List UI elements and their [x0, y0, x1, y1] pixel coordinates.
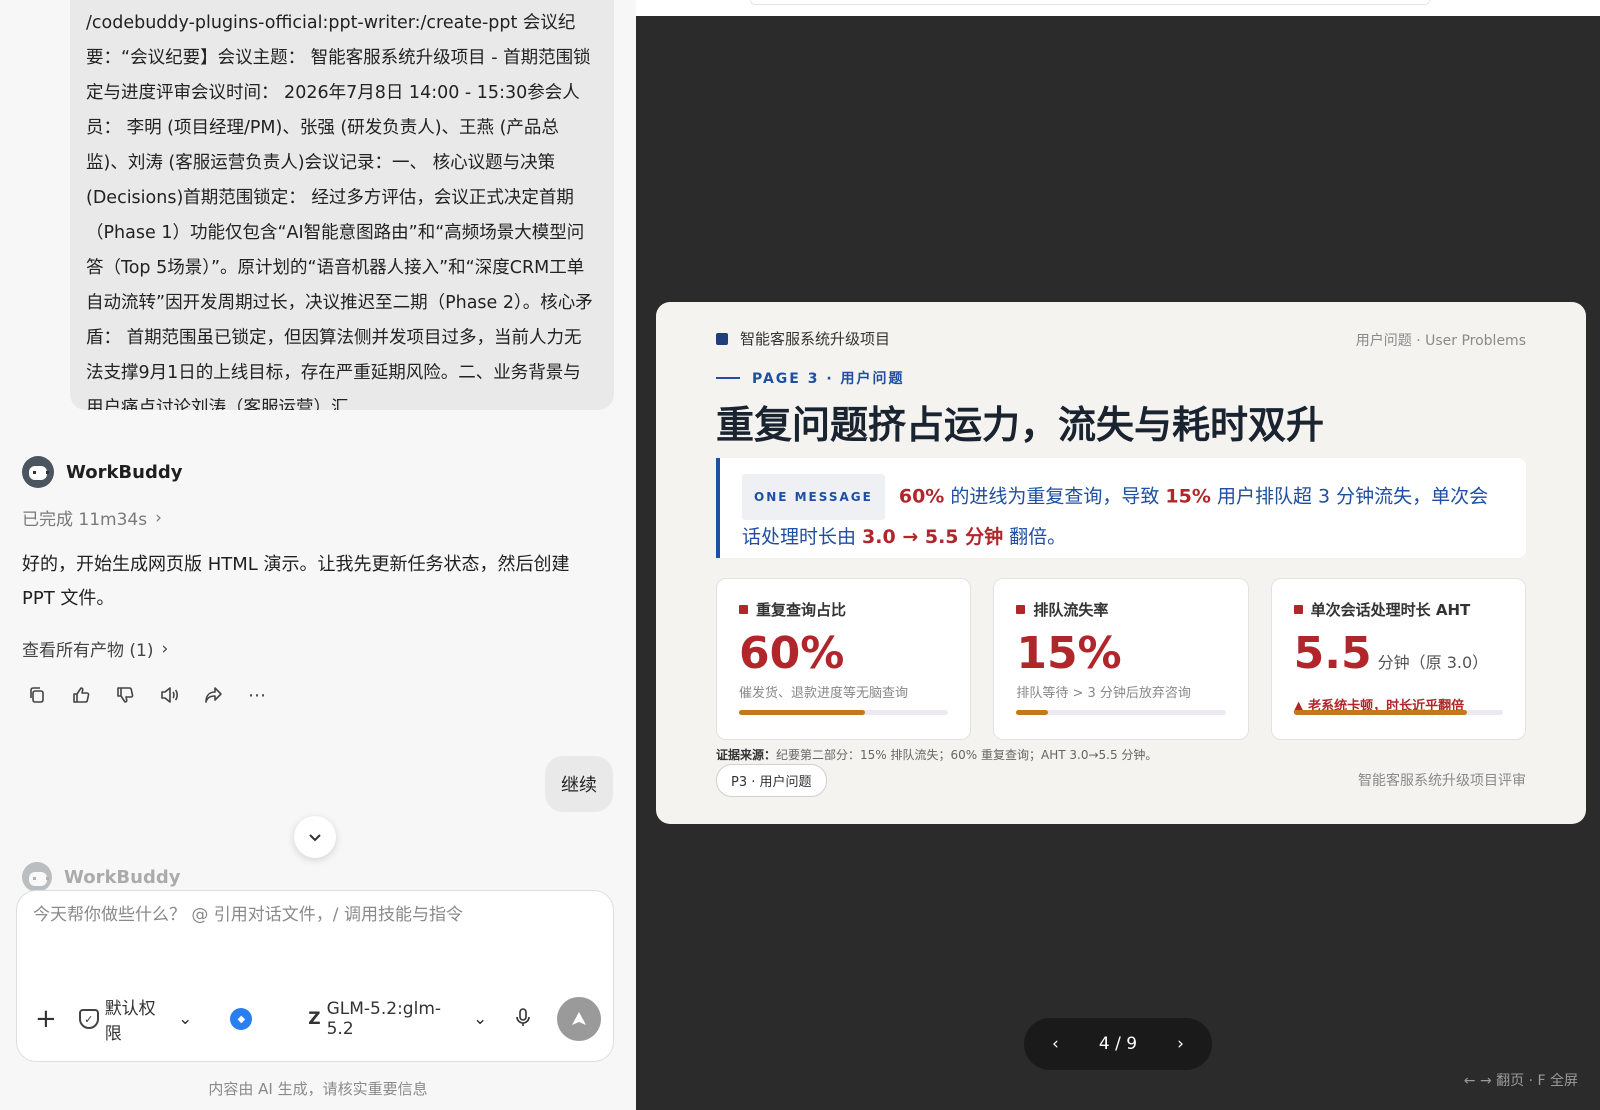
microphone-button[interactable] [515, 1007, 531, 1032]
keyboard-hint: ← → 翻页 · F 全屏 [1463, 1073, 1578, 1089]
agent-mode-icon[interactable]: ◆ [230, 1008, 253, 1030]
copy-icon[interactable] [26, 684, 48, 706]
metric-progress-track [739, 710, 949, 715]
slide-brand: 智能客服系统升级项目 [716, 328, 890, 349]
chevron-down-icon [309, 834, 321, 842]
metric-label: 重复查询占比 [756, 601, 847, 619]
message-input[interactable] [33, 905, 593, 925]
speaker-icon[interactable] [158, 684, 180, 706]
metric-card-aht: 单次会话处理时长 AHT 5.5 分钟（原 3.0） ▲ 老系统卡顿，时长近乎翻倍 [1270, 578, 1526, 740]
chevron-down-icon: ⌄ [178, 1009, 193, 1029]
chevron-down-icon: ⌄ [473, 1009, 488, 1029]
assistant-name: WorkBuddy [64, 866, 181, 888]
thumbs-down-icon[interactable] [114, 684, 136, 706]
prev-slide-button[interactable]: ‹ [1052, 1034, 1059, 1054]
metric-progress-fill [739, 710, 865, 715]
user-message-bubble: /codebuddy-plugins-official:ppt-writer:/… [70, 0, 614, 410]
evidence-source-text: 纪要第二部分：15% 排队流失；60% 重复查询；AHT 3.0→5.5 分钟。 [776, 748, 1158, 762]
metric-value: 5.5 [1293, 628, 1372, 679]
metric-progress-track [1293, 710, 1503, 715]
task-status-toggle[interactable]: 已完成 11m34s › [22, 505, 162, 531]
composer-toolbar: + ✓ 默认权限 ⌄ ◆ Z GLM-5.2:glm-5.2 ⌄ [35, 994, 602, 1044]
task-status-text: 已完成 11m34s [22, 510, 148, 530]
message-actions: ⋯ [26, 684, 268, 706]
share-icon[interactable] [202, 684, 224, 706]
preview-top-strip [636, 0, 1600, 16]
message-highlight: 15% [1165, 485, 1211, 508]
metric-card-header: 重复查询占比 [739, 599, 948, 620]
red-square-icon [739, 605, 748, 614]
scroll-to-bottom-button[interactable] [294, 816, 336, 858]
send-button[interactable] [557, 997, 602, 1041]
one-message-box: ONE MESSAGE 60% 的进线为重复查询，导致 15% 用户排队超 3 分… [716, 458, 1526, 558]
permission-select[interactable]: ✓ 默认权限 ⌄ [78, 994, 193, 1044]
assistant-avatar [22, 862, 52, 892]
slide-kicker: PAGE 3 · 用户问题 [716, 368, 905, 388]
metric-value: 60% [739, 628, 845, 679]
message-highlight: 60% [898, 485, 945, 508]
shield-check-icon: ✓ [78, 1009, 99, 1029]
metric-progress-track [1016, 710, 1226, 715]
metric-subtext: 催发货、退款进度等无脑查询 [739, 686, 909, 701]
slide-canvas: 智能客服系统升级项目 用户问题 · User Problems PAGE 3 ·… [656, 302, 1586, 824]
assistant-reply: 好的，开始生成网页版 HTML 演示。让我先更新任务状态，然后创建 PPT 文件… [22, 554, 570, 609]
followup-message: 继续 [545, 756, 613, 812]
message-segment: 翻倍。 [1003, 526, 1067, 548]
red-square-icon [1016, 605, 1026, 614]
metric-card-header: 排队流失率 [1016, 599, 1225, 620]
metric-value: 15% [1016, 628, 1122, 679]
metric-label: 单次会话处理时长 AHT [1310, 601, 1471, 619]
metric-card-churn-rate: 排队流失率 15% 排队等待 > 3 分钟后放弃咨询 [993, 578, 1249, 740]
metric-label: 排队流失率 [1033, 601, 1109, 619]
metric-card-header: 单次会话处理时长 AHT [1293, 599, 1503, 620]
assistant-avatar [22, 456, 54, 488]
chevron-right-icon: › [161, 638, 169, 659]
assistant-header-pending: WorkBuddy [22, 862, 180, 892]
slide-section-label: 用户问题 · User Problems [1355, 333, 1526, 349]
ai-disclaimer: 内容由 AI 生成，请核实重要信息 [208, 1080, 428, 1098]
brand-square-icon [716, 332, 728, 345]
assistant-header: WorkBuddy [22, 456, 182, 488]
metric-progress-fill [1293, 710, 1468, 715]
evidence-source: 证据来源：纪要第二部分：15% 排队流失；60% 重复查询；AHT 3.0→5.… [716, 746, 1157, 763]
add-attachment-button[interactable]: + [35, 1004, 67, 1034]
metric-cards: 重复查询占比 60% 催发货、退款进度等无脑查询 排队流失率 15% 排队等待 … [716, 578, 1526, 740]
metric-card-repeat-queries: 重复查询占比 60% 催发货、退款进度等无脑查询 [716, 578, 972, 740]
metric-value-row: 5.5 分钟（原 3.0） [1294, 628, 1503, 689]
message-segment: 的进线为重复查询，导致 [944, 485, 1166, 508]
chevron-right-icon: › [155, 507, 162, 528]
slide-brand-text: 智能客服系统升级项目 [740, 330, 891, 348]
slide-preview-panel: 智能客服系统升级项目 用户问题 · User Problems PAGE 3 ·… [636, 0, 1600, 1110]
model-logo-icon: Z [308, 1009, 321, 1029]
chat-panel: /codebuddy-plugins-official:ppt-writer:/… [0, 0, 636, 1110]
metric-unit: 分钟（原 3.0） [1377, 653, 1489, 672]
red-square-icon [1293, 605, 1303, 614]
permission-label: 默认权限 [104, 999, 156, 1044]
message-composer: + ✓ 默认权限 ⌄ ◆ Z GLM-5.2:glm-5.2 ⌄ [16, 890, 614, 1062]
kicker-line [716, 377, 740, 379]
evidence-source-label: 证据来源： [716, 748, 777, 762]
slide-page-pill: P3 · 用户问题 [716, 764, 827, 797]
model-label: GLM-5.2:glm-5.2 [326, 999, 442, 1039]
slide-title: 重复问题挤占运力，流失与耗时双升 [716, 403, 1325, 447]
next-slide-button[interactable]: › [1177, 1034, 1184, 1054]
assistant-name: WorkBuddy [66, 461, 183, 483]
microphone-icon [516, 1007, 531, 1026]
one-message-text: ONE MESSAGE 60% 的进线为重复查询，导致 15% 用户排队超 3 分… [742, 474, 1506, 554]
view-artifacts-label: 查看所有产物 (1) [22, 641, 154, 661]
slide-footer: 智能客服系统升级项目评审 [1358, 773, 1526, 789]
send-arrow-icon [572, 1012, 587, 1025]
slide-kicker-text: PAGE 3 · 用户问题 [752, 371, 905, 387]
message-highlight: 3.0 → 5.5 分钟 [862, 526, 1004, 548]
model-select[interactable]: Z GLM-5.2:glm-5.2 ⌄ [308, 999, 487, 1039]
view-artifacts-link[interactable]: 查看所有产物 (1) › [22, 636, 169, 662]
more-icon[interactable]: ⋯ [246, 684, 268, 706]
metric-subtext: 排队等待 > 3 分钟后放弃咨询 [1016, 686, 1191, 701]
user-message-text: /codebuddy-plugins-official:ppt-writer:/… [86, 13, 593, 410]
slide-counter: 4 / 9 [1098, 1034, 1138, 1054]
one-message-tag: ONE MESSAGE [742, 474, 885, 520]
slide-pager: ‹ 4 / 9 › [1024, 1018, 1212, 1070]
metric-progress-fill [1016, 710, 1048, 715]
thumbs-up-icon[interactable] [70, 684, 92, 706]
